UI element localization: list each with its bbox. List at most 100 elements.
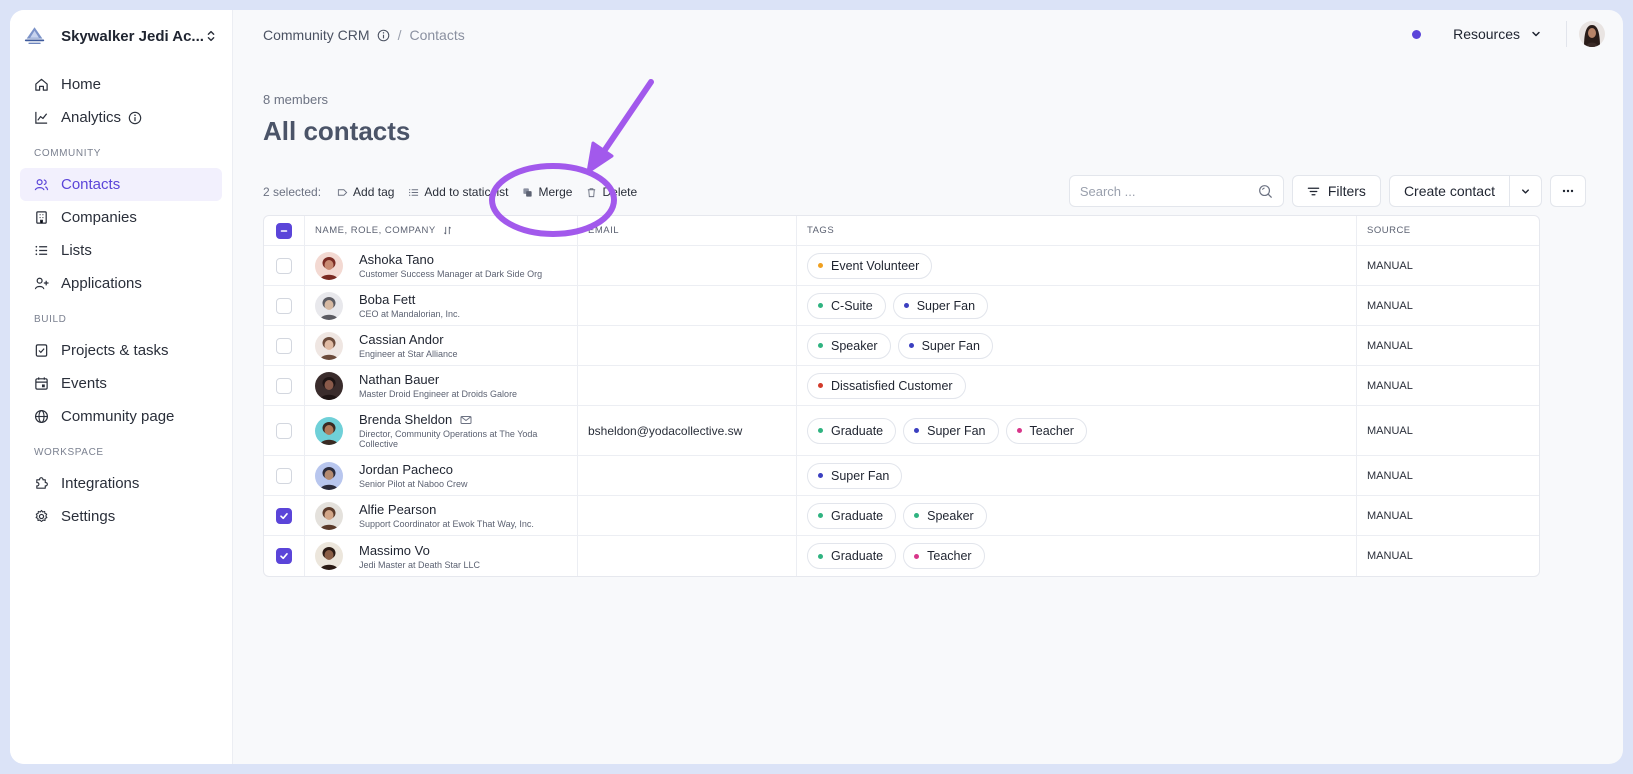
email-cell[interactable] [578,536,797,576]
source-text: MANUAL [1367,550,1413,562]
row-checkbox[interactable] [276,297,292,314]
email-cell[interactable] [578,326,797,365]
tag-chip[interactable]: Graduate [807,502,897,529]
tag-chip[interactable]: Speaker [807,332,891,359]
tag-chip[interactable]: Event Volunteer [807,252,933,279]
row-checkbox[interactable] [276,548,292,564]
tag-label: Teacher [927,549,972,563]
name-cell[interactable]: Cassian Andor Engineer at Star Alliance [305,326,578,365]
filters-button[interactable]: Filters [1291,175,1381,207]
search-icon[interactable] [1258,184,1273,199]
sidebar-item-contacts[interactable]: Contacts [20,168,222,201]
add-tag-button[interactable]: Add tag [337,185,394,199]
name-cell[interactable]: Alfie Pearson Support Coordinator at Ewok… [305,496,578,535]
row-checkbox[interactable] [276,377,292,394]
email-cell[interactable] [578,456,797,495]
tag-chip[interactable]: Graduate [807,543,897,569]
sidebar-item-lists[interactable]: Lists [20,234,222,267]
tag-chip[interactable]: Super Fan [903,417,999,444]
name-cell[interactable]: Massimo Vo Jedi Master at Death Star LLC [305,536,578,576]
sidebar-item-integrations[interactable]: Integrations [20,467,222,500]
info-icon[interactable] [377,29,390,42]
search-box[interactable] [1068,175,1284,207]
tag-label: Speaker [831,338,878,353]
create-contact-button[interactable]: Create contact [1388,175,1510,207]
tags-cell: Graduate Teacher [797,536,1357,576]
tag-dot [818,513,823,518]
email-cell[interactable] [578,496,797,535]
name-cell[interactable]: Boba Fett CEO at Mandalorian, Inc. [305,286,578,325]
name-cell[interactable]: Jordan Pacheco Senior Pilot at Naboo Crew [305,456,578,495]
row-checkbox[interactable] [276,422,292,439]
breadcrumb-root[interactable]: Community CRM [263,27,370,43]
workspace-switcher[interactable]: Skywalker Jedi Ac... [20,24,222,48]
more-horizontal-icon [1562,189,1574,193]
info-icon[interactable] [128,111,142,125]
column-header-tags[interactable]: TAGS [797,216,1357,245]
sidebar-item-analytics[interactable]: Analytics [20,101,222,134]
column-header-source[interactable]: SOURCE [1357,216,1539,245]
table-row[interactable]: Brenda Sheldon Director, Community Operat… [264,406,1539,456]
tag-chip[interactable]: Graduate [807,417,897,444]
tag-label: Dissatisfied Customer [831,378,953,393]
tag-label: Graduate [831,423,884,438]
user-avatar[interactable] [1579,21,1605,47]
column-header-name[interactable]: NAME, ROLE, COMPANY [305,216,578,245]
workspace-name: Skywalker Jedi Ac... [61,27,204,45]
merge-button[interactable]: Merge [522,185,572,199]
source-text: MANUAL [1367,424,1413,437]
tag-chip[interactable]: Super Fan [807,462,903,489]
resources-menu[interactable]: Resources [1453,26,1542,42]
app-window: Skywalker Jedi Ac... Home Analytics COMM… [10,10,1623,764]
tag-chip[interactable]: Super Fan [897,332,993,359]
sidebar-item-projects-tasks[interactable]: Projects & tasks [20,334,222,367]
row-checkbox[interactable] [276,467,292,484]
tag-chip[interactable]: Super Fan [892,292,989,319]
sidebar-item-events[interactable]: Events [20,367,222,400]
column-header-email[interactable]: EMAIL [578,216,797,245]
sidebar-item-community-page[interactable]: Community page [20,400,222,433]
table-row[interactable]: Jordan Pacheco Senior Pilot at Naboo Crew… [264,456,1539,496]
avatar [315,251,343,280]
name-cell[interactable]: Brenda Sheldon Director, Community Operat… [305,406,578,455]
breadcrumb-separator: / [397,27,402,43]
email-icon[interactable] [460,414,472,426]
tag-chip[interactable]: Teacher [1005,417,1087,444]
name-cell[interactable]: Nathan Bauer Master Droid Engineer at Dro… [305,366,578,405]
name-cell[interactable]: Ashoka Tano Customer Success Manager at D… [305,246,578,285]
delete-button[interactable]: Delete [586,185,637,199]
tag-chip[interactable]: Speaker [903,502,987,529]
tags-cell: Super Fan [797,456,1357,495]
more-options-button[interactable] [1550,175,1586,207]
search-input[interactable] [1079,183,1258,199]
email-cell[interactable] [578,366,797,405]
row-checkbox[interactable] [276,257,292,274]
table-row[interactable]: Nathan Bauer Master Droid Engineer at Dro… [264,366,1539,406]
create-contact-dropdown[interactable] [1510,175,1542,207]
tag-label: Graduate [831,508,884,523]
row-checkbox[interactable] [276,507,292,524]
email-cell[interactable] [578,246,797,285]
select-all-checkbox[interactable] [276,222,292,239]
tag-chip[interactable]: C-Suite [807,292,886,319]
sidebar-item-settings[interactable]: Settings [20,500,222,533]
table-row[interactable]: Alfie Pearson Support Coordinator at Ewok… [264,496,1539,536]
sidebar-item-applications[interactable]: Applications [20,267,222,300]
table-body: Ashoka Tano Customer Success Manager at D… [264,246,1539,576]
table-row[interactable]: Ashoka Tano Customer Success Manager at D… [264,246,1539,286]
email-cell[interactable] [578,286,797,325]
row-checkbox[interactable] [276,337,292,354]
add-to-static-list-button[interactable]: Add to static list [408,185,508,199]
tags-cell: Graduate Super Fan Teacher [797,406,1357,455]
sidebar-item-label: Analytics [61,109,122,126]
sidebar-item-home[interactable]: Home [20,68,222,101]
table-row[interactable]: Massimo Vo Jedi Master at Death Star LLC G… [264,536,1539,576]
sidebar-item-companies[interactable]: Companies [20,201,222,234]
row-select-cell [264,366,305,405]
sort-icon[interactable] [443,226,452,235]
table-row[interactable]: Cassian Andor Engineer at Star Alliance Sp… [264,326,1539,366]
tag-chip[interactable]: Teacher [903,543,985,569]
table-row[interactable]: Boba Fett CEO at Mandalorian, Inc. C-Suite… [264,286,1539,326]
email-cell[interactable]: bsheldon@yodacollective.sw [578,406,797,455]
tag-chip[interactable]: Dissatisfied Customer [807,372,966,399]
